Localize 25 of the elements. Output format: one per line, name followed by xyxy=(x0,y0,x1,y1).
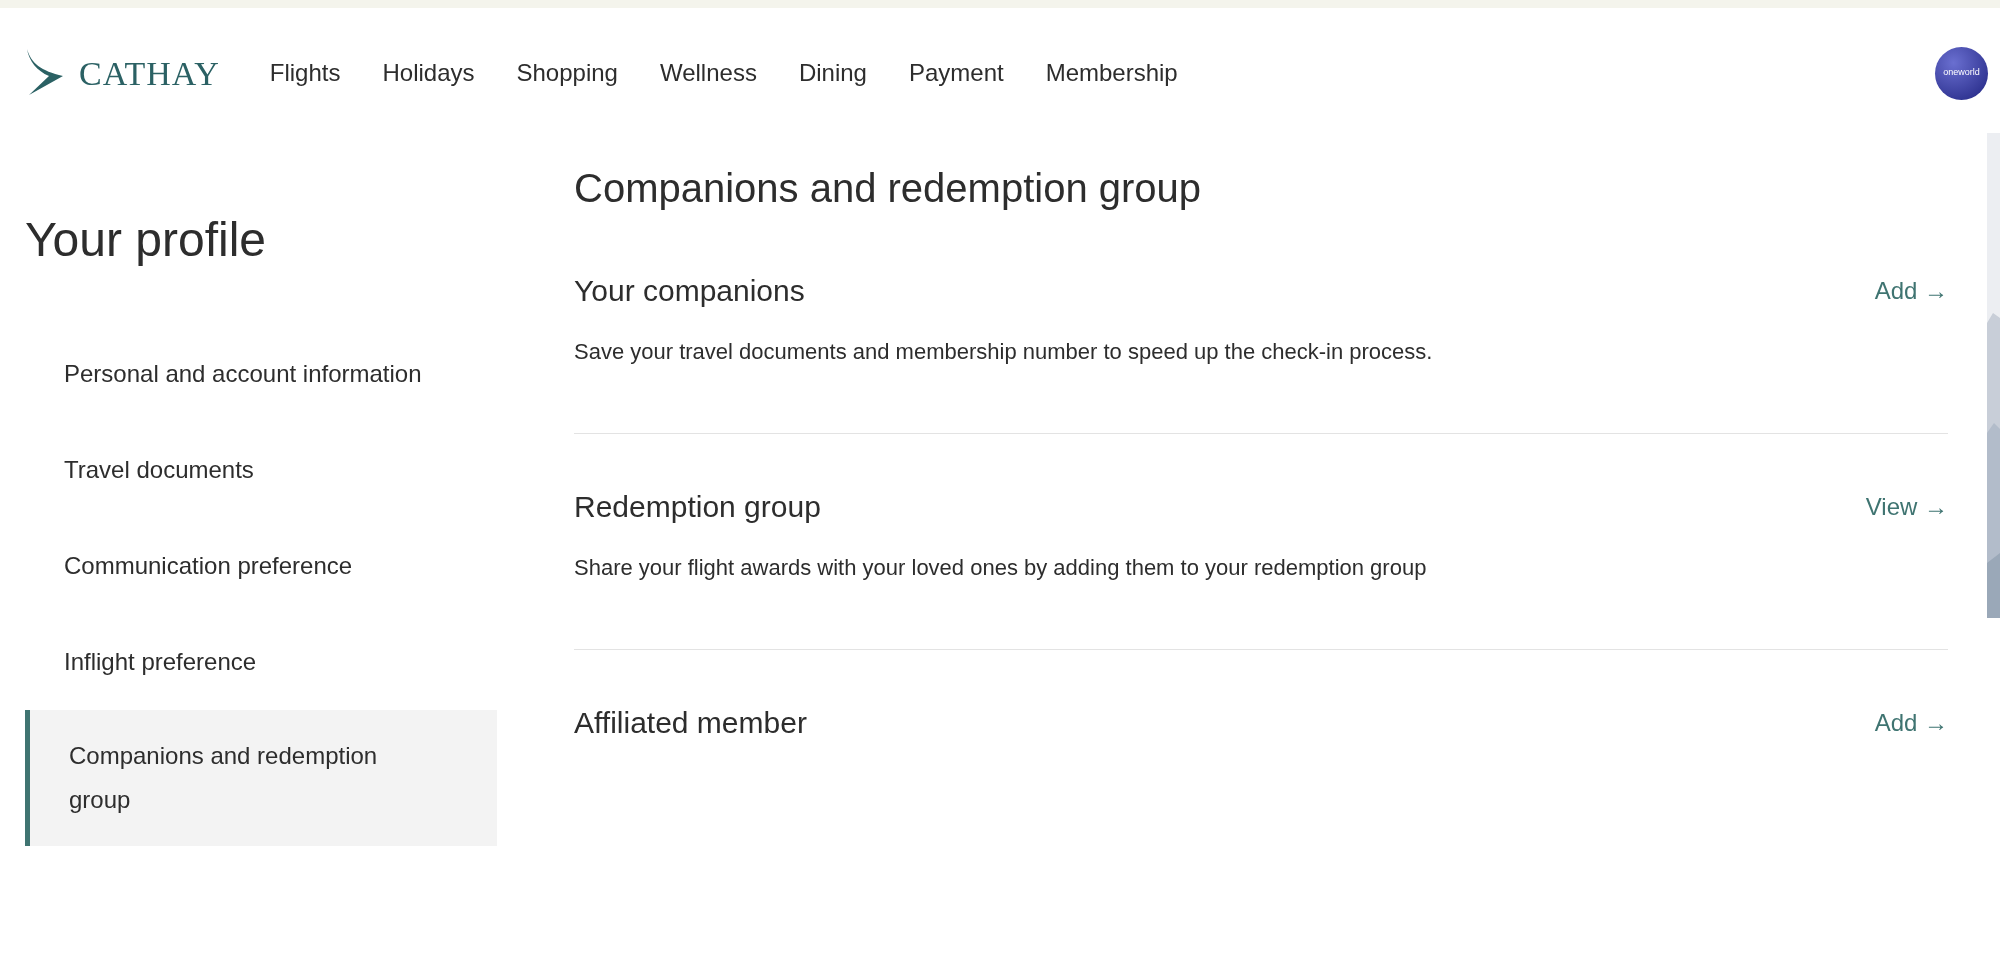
nav-link[interactable]: Holidays xyxy=(382,55,475,91)
logo-icon xyxy=(25,49,65,97)
section-description: Save your travel documents and membership number to speed up the check-in process. xyxy=(574,338,1434,366)
nav-link[interactable]: Membership xyxy=(1045,55,1178,91)
section-description: Share your flight awards with your loved ones by adding them to your redemption group xyxy=(574,554,1428,582)
nav-link[interactable]: Payment xyxy=(908,55,1004,91)
nav-link[interactable]: Dining xyxy=(798,55,867,91)
sidebar-item[interactable]: Inflight preference xyxy=(25,614,497,710)
profile-title: Your profile xyxy=(25,212,268,268)
nav-link[interactable]: Wellness xyxy=(659,55,757,91)
brand-logo[interactable]: CATHAY xyxy=(79,47,220,99)
sidebar-item[interactable]: Companions and redemption group xyxy=(25,710,497,846)
section-action-link[interactable]: Add → xyxy=(1874,272,1948,309)
nav-link[interactable]: Flights xyxy=(269,55,341,91)
sidebar-item[interactable]: Communication preference xyxy=(25,518,497,614)
section-action-link[interactable]: View → xyxy=(1865,488,1948,525)
section-heading: Affiliated member xyxy=(574,705,807,741)
sidebar-item[interactable]: Personal and account information xyxy=(25,326,497,422)
sidebar-item[interactable]: Travel documents xyxy=(25,422,497,518)
section-heading: Redemption group xyxy=(574,489,821,525)
section-action-link[interactable]: Add → xyxy=(1874,704,1948,741)
alliance-badge: oneworld xyxy=(1935,46,1988,100)
nav-link[interactable]: Shopping xyxy=(516,55,618,91)
page-title: Companions and redemption group xyxy=(574,165,1203,212)
section-heading: Your companions xyxy=(574,273,805,309)
